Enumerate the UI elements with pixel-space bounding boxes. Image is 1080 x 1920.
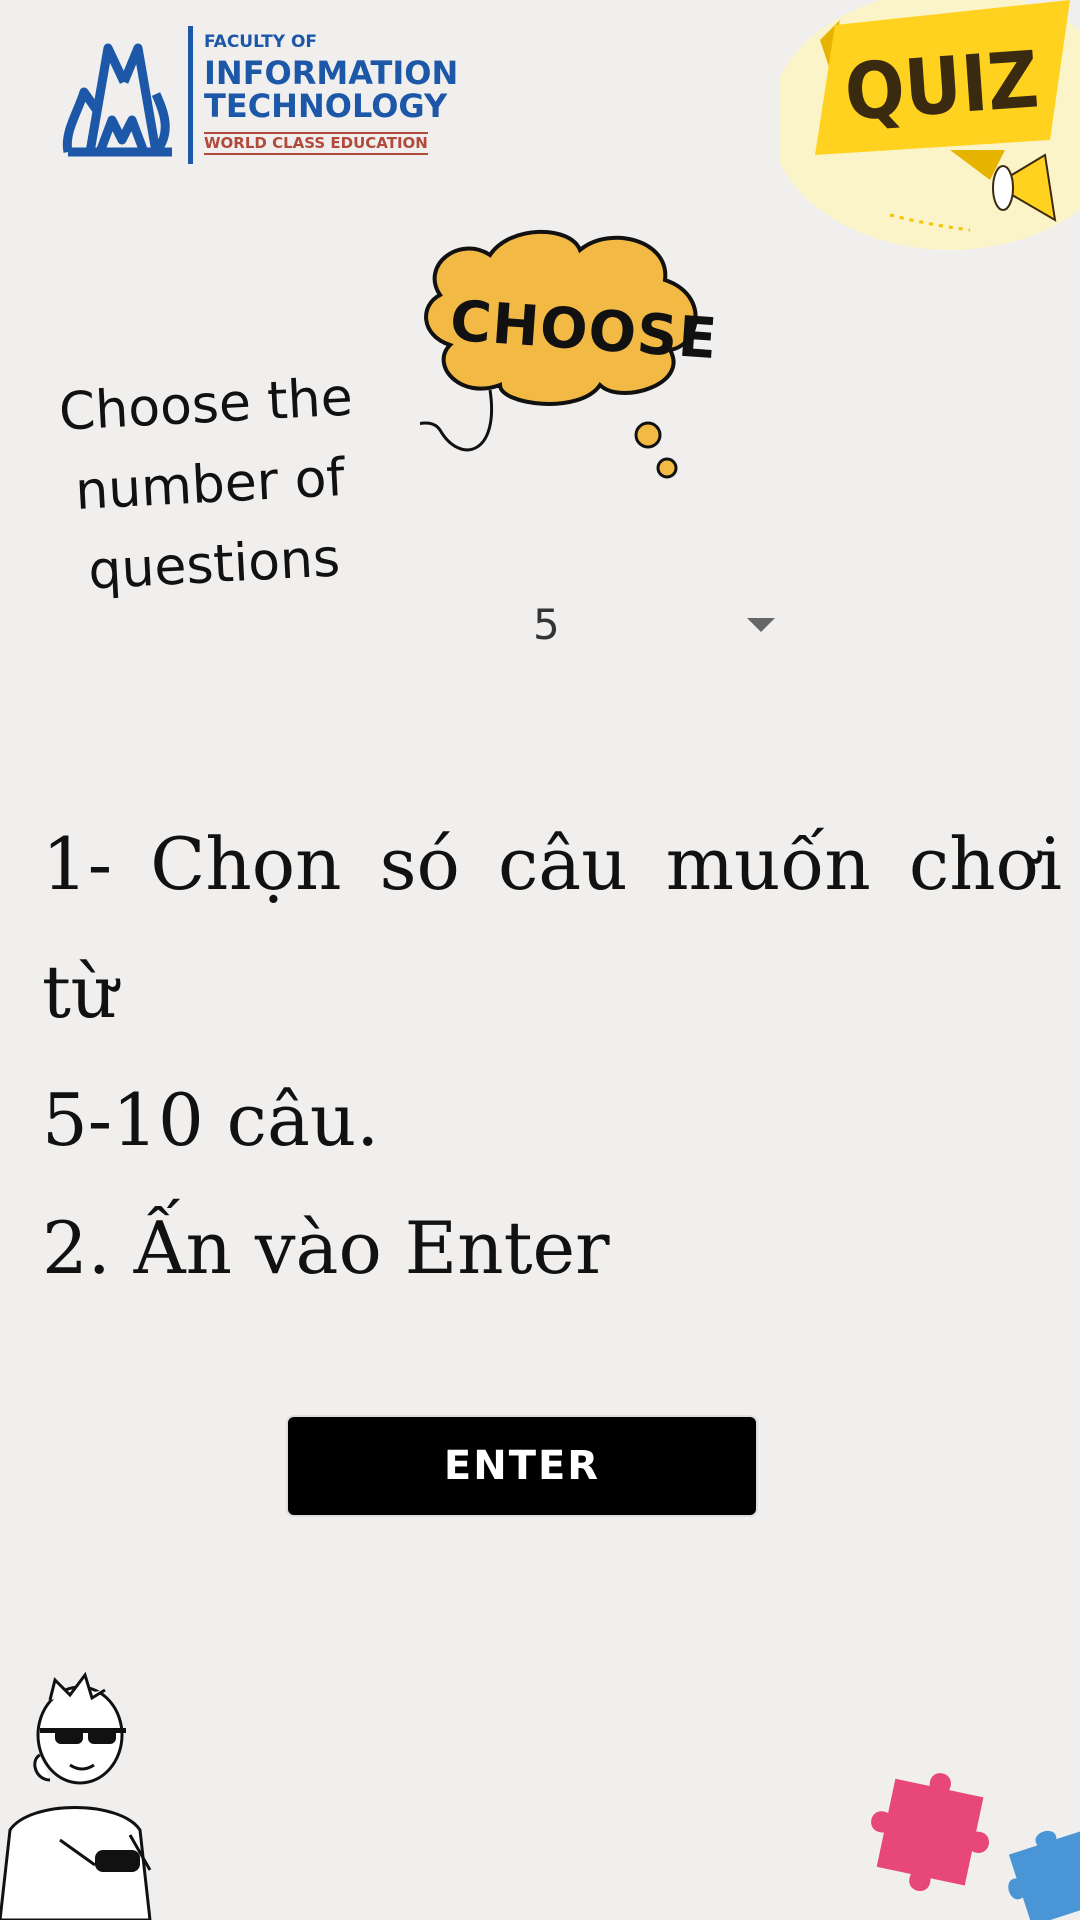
enter-button[interactable]: ENTER — [286, 1415, 758, 1517]
faculty-logo: FACULTY OF INFORMATION TECHNOLOGY WORLD … — [60, 22, 460, 168]
hint-text: Choose the number of questions — [44, 357, 376, 613]
instruction-line-3: 2. Ấn vào Enter — [42, 1206, 610, 1290]
logo-line-3: TECHNOLOGY — [204, 87, 448, 125]
puzzle-pieces-icon — [871, 1773, 1080, 1920]
hint-line-3: questions — [86, 528, 342, 602]
instruction-line-2: 5-10 câu. — [42, 1078, 380, 1162]
quiz-label: QUIZ — [842, 35, 1042, 139]
instructions: 1- Chọn só câu muốn chơi từ 5-10 câu. 2.… — [42, 800, 1062, 1312]
dropdown-arrow-icon[interactable] — [747, 618, 775, 632]
logo-line-1: FACULTY OF — [204, 32, 318, 52]
logo-tagline: WORLD CLASS EDUCATION — [204, 132, 428, 155]
faculty-emblem-icon — [62, 43, 172, 157]
question-count-value: 5 — [533, 600, 560, 649]
instruction-line-1: 1- Chọn só câu muốn chơi từ — [42, 822, 1062, 1034]
logo-line-2: INFORMATION — [204, 54, 459, 92]
gamer-character-icon — [0, 1671, 152, 1920]
